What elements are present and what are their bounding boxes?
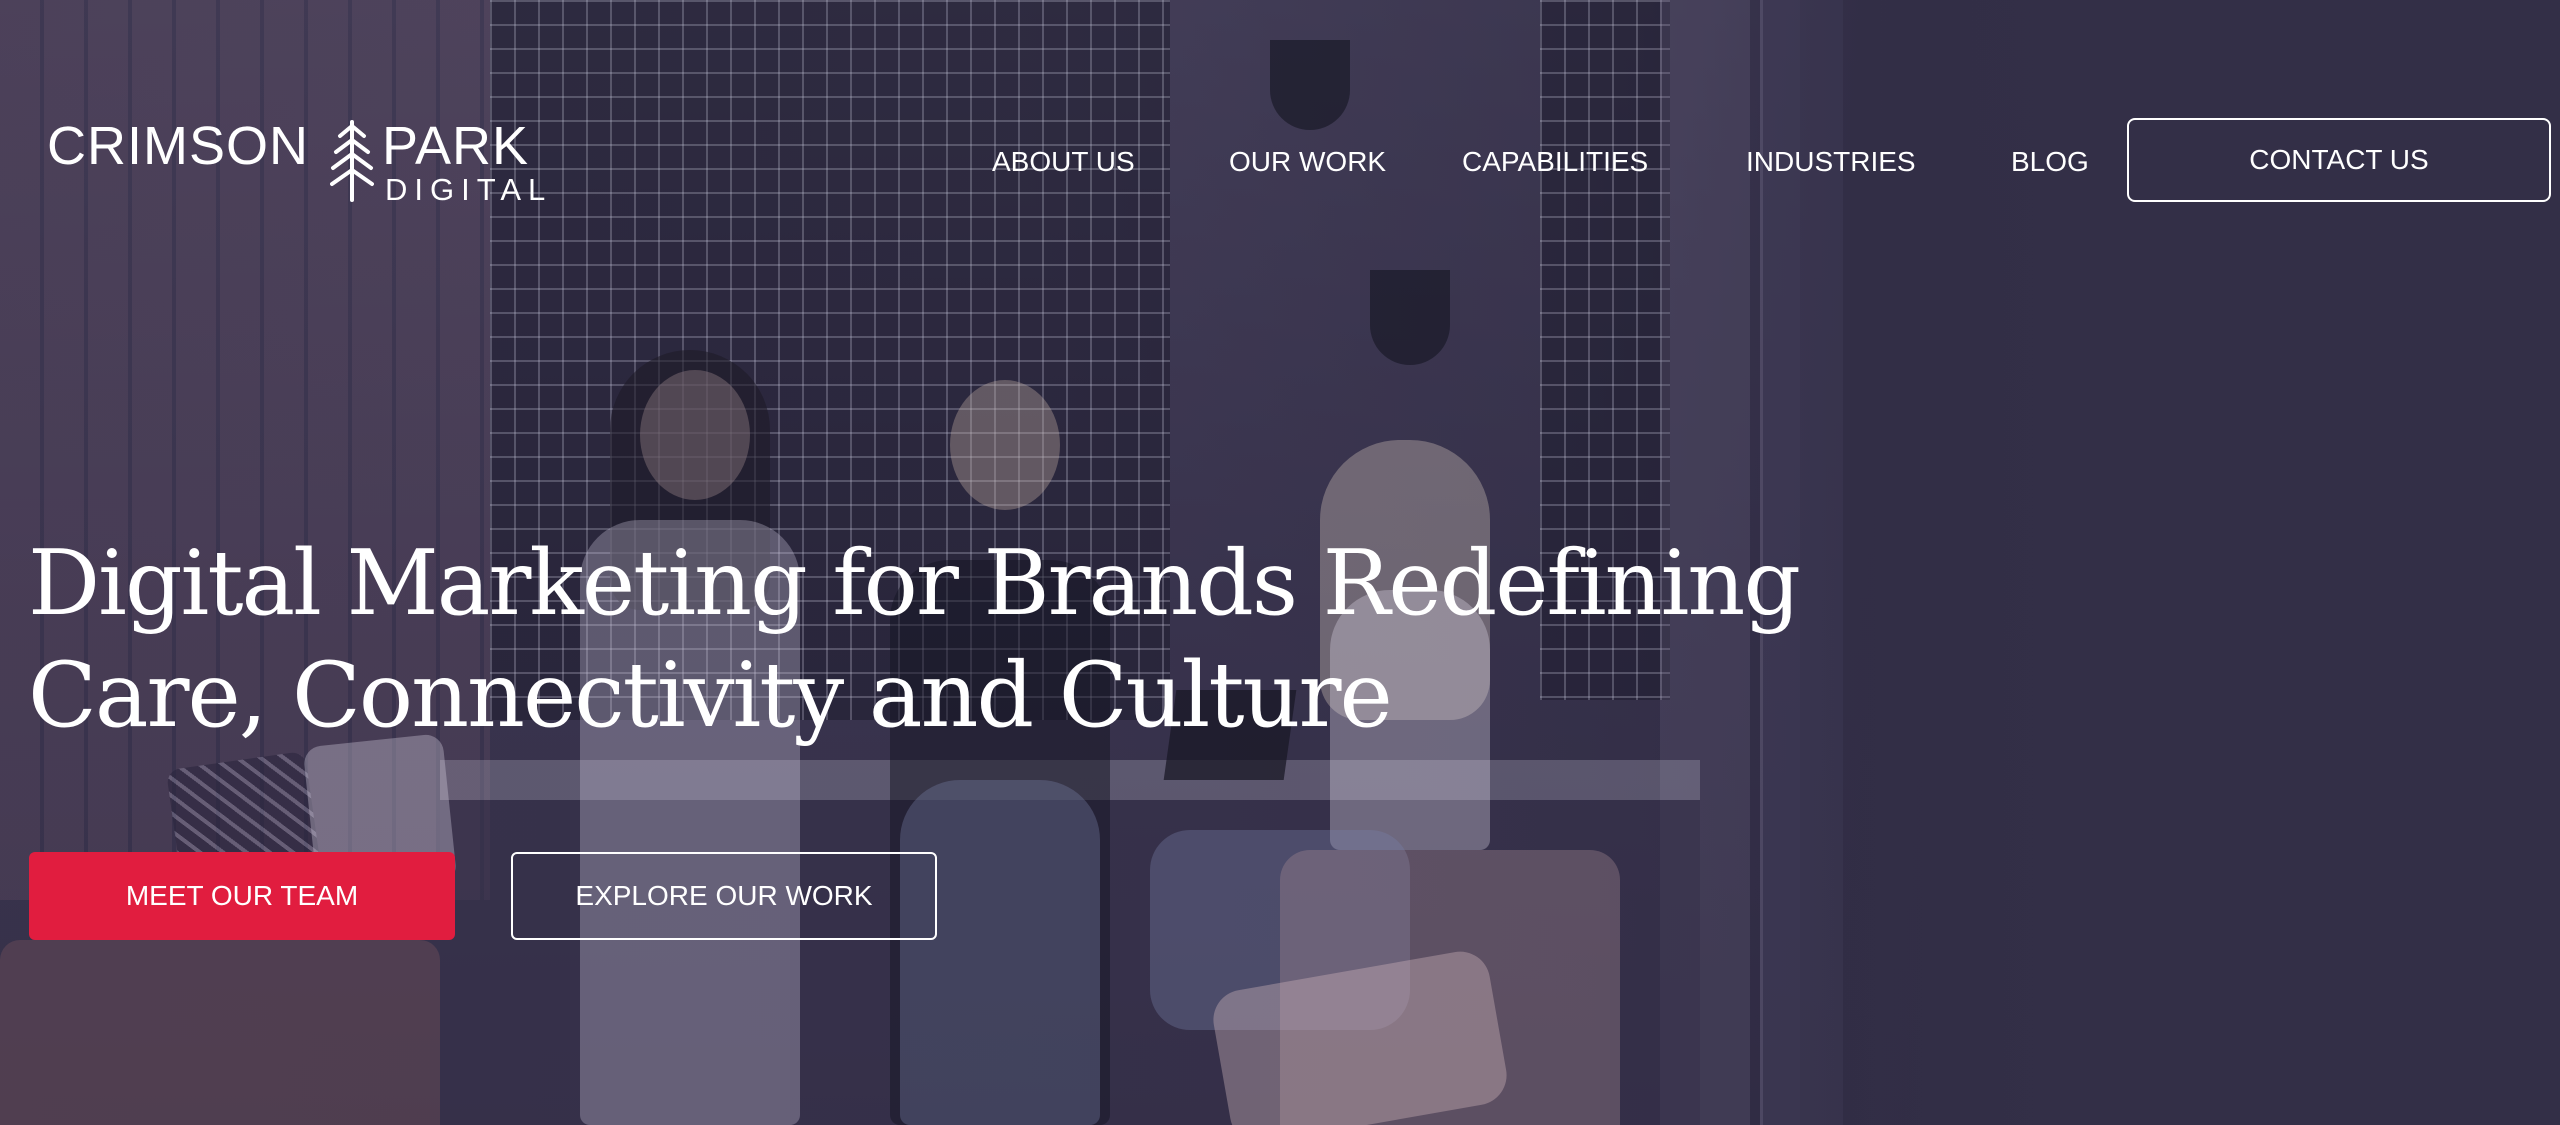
nav-item-our-work[interactable]: OUR WORK: [1229, 144, 1386, 180]
background-plant: [1370, 270, 1450, 365]
headline-highlight: Care, Connectivity and Culture: [26, 640, 1393, 752]
background-person: [900, 780, 1100, 1125]
main-navigation: ABOUT US OUR WORK CAPABILITIES INDUSTRIE…: [0, 118, 2560, 204]
meet-our-team-button[interactable]: MEET OUR TEAM: [29, 852, 455, 940]
background-person: [950, 380, 1060, 510]
nav-item-capabilities[interactable]: CAPABILITIES: [1462, 144, 1648, 180]
hero-headline-line-2: Care, Connectivity and Culture: [26, 640, 1828, 752]
nav-item-about-us[interactable]: ABOUT US: [992, 144, 1135, 180]
background-plant: [1270, 40, 1350, 130]
background-person: [640, 370, 750, 500]
hero-headline-highlight-text: Care, Connectivity and Culture: [28, 643, 1393, 749]
hero-headline-line-1: Digital Marketing for Brands Redefining: [28, 531, 1801, 637]
explore-our-work-button[interactable]: EXPLORE OUR WORK: [511, 852, 937, 940]
background-sofa: [0, 940, 440, 1125]
hero-headline: Digital Marketing for Brands Redefining …: [26, 528, 1828, 752]
contact-us-button[interactable]: CONTACT US: [2127, 118, 2551, 202]
nav-item-industries[interactable]: INDUSTRIES: [1746, 144, 1916, 180]
nav-item-blog[interactable]: BLOG: [2011, 144, 2089, 180]
